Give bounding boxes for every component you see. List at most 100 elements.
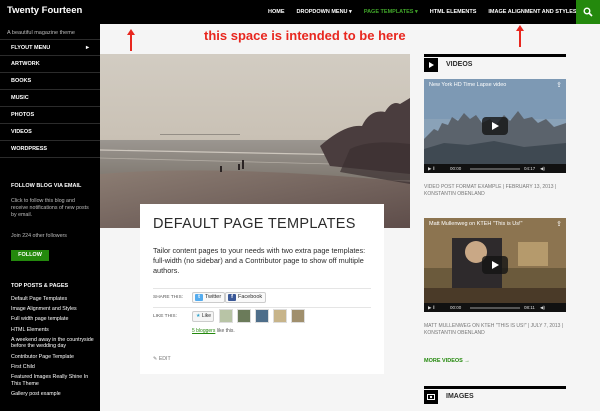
sidebar-item-label: VIDEOS	[11, 129, 32, 135]
sidebar-item-flyout-menu[interactable]: FLYOUT MENU ▸	[0, 39, 100, 56]
follow-widget-title: FOLLOW BLOG VIA EMAIL	[11, 183, 82, 189]
video-seek-bar[interactable]	[470, 167, 520, 170]
sidebar-item-artwork[interactable]: ARTWORK	[0, 56, 100, 73]
play-small-icon[interactable]: ▶ ‖	[428, 164, 435, 173]
featured-image	[100, 54, 410, 228]
share-icon[interactable]: ⇪	[556, 81, 562, 89]
top-post-link[interactable]: Default Page Templates	[11, 296, 99, 303]
video-duration: 08:11	[524, 305, 535, 310]
sidebar-item-label: PHOTOS	[11, 112, 35, 118]
top-post-link[interactable]: Featured Images Really Shine In This The…	[11, 374, 99, 387]
search-icon	[583, 7, 593, 17]
sidebar-item-label: ARTWORK	[11, 61, 40, 67]
primary-navigation: HOME DROPDOWN MENU ▾ PAGE TEMPLATES ▾ HT…	[262, 0, 583, 24]
sidebar-item-videos[interactable]: VIDEOS	[0, 124, 100, 141]
video-title: New York HD Time Lapse video	[429, 82, 507, 88]
liker-avatar[interactable]	[219, 309, 233, 323]
top-post-link[interactable]: First Child	[11, 364, 99, 371]
top-post-link[interactable]: Full width page template	[11, 316, 99, 323]
video-current-time: 00:00	[450, 166, 462, 171]
video-format-icon	[424, 57, 438, 72]
like-button-label: Like	[201, 313, 212, 319]
videos-widget-header: VIDEOS	[424, 54, 566, 72]
top-posts-title: TOP POSTS & PAGES	[11, 283, 69, 289]
share-label: SHARE THIS:	[153, 295, 184, 300]
bloggers-link[interactable]: 5 bloggers	[192, 328, 215, 334]
twitter-share-label: Twitter	[205, 294, 222, 300]
page-intro-text: Tailor content pages to your needs with …	[153, 246, 366, 275]
left-sidebar: A beautiful magazine theme FLYOUT MENU ▸…	[0, 24, 100, 411]
volume-icon[interactable]: ◀)	[540, 164, 545, 173]
likes-summary: 5 bloggers like this.	[192, 328, 235, 334]
play-icon[interactable]	[482, 117, 508, 135]
site-header: Twenty Fourteen HOME DROPDOWN MENU ▾ PAG…	[0, 0, 600, 24]
follow-button[interactable]: FOLLOW	[11, 250, 49, 261]
twitter-icon: t	[195, 294, 203, 301]
edit-link[interactable]: ✎ EDIT	[153, 356, 171, 362]
page-title: DEFAULT PAGE TEMPLATES	[153, 216, 356, 232]
sidebar-item-label: WORDPRESS	[11, 146, 48, 152]
share-section: SHARE THIS: t Twitter f Facebook	[153, 288, 371, 306]
top-post-link[interactable]: HTML Elements	[11, 327, 99, 334]
edit-label: EDIT	[158, 356, 171, 362]
like-button[interactable]: ★ Like	[192, 311, 214, 322]
play-icon[interactable]	[482, 256, 508, 274]
twitter-share-button[interactable]: t Twitter	[192, 292, 226, 303]
nav-html-elements[interactable]: HTML ELEMENTS	[424, 0, 483, 24]
facebook-icon: f	[228, 294, 236, 301]
facebook-share-label: Facebook	[238, 294, 263, 300]
video-title: Matt Mullenweg on KTEH "This is Us!"	[429, 221, 523, 227]
nav-home[interactable]: HOME	[262, 0, 291, 24]
facebook-share-button[interactable]: f Facebook	[225, 292, 267, 303]
sidebar-item-photos[interactable]: PHOTOS	[0, 107, 100, 124]
play-small-icon[interactable]: ▶ ‖	[428, 303, 435, 312]
star-icon: ★	[196, 313, 201, 319]
share-icon[interactable]: ⇪	[556, 220, 562, 228]
video-caption[interactable]: MATT MULLENWEG ON KTEH "THIS IS US!" | J…	[424, 323, 566, 337]
liker-avatar[interactable]	[291, 309, 305, 323]
video-duration: 04:17	[524, 166, 536, 171]
site-title[interactable]: Twenty Fourteen	[7, 5, 82, 16]
top-post-link[interactable]: Image Alignment and Styles	[11, 306, 99, 313]
nav-page-templates[interactable]: PAGE TEMPLATES ▾	[358, 0, 424, 24]
top-post-link[interactable]: A weekend away in the countryside before…	[11, 337, 99, 350]
search-button[interactable]	[576, 0, 600, 24]
video-player[interactable]: New York HD Time Lapse video ⇪ ▶ ‖ 00:00…	[424, 79, 566, 173]
likes-suffix: like this.	[216, 328, 235, 334]
sidebar-item-music[interactable]: MUSIC	[0, 90, 100, 107]
nav-dropdown-menu[interactable]: DROPDOWN MENU ▾	[291, 0, 358, 24]
site-description: A beautiful magazine theme	[7, 30, 75, 36]
video-player[interactable]: Matt Mullenweg on KTEH "This is Us!" ⇪ ▶…	[424, 218, 566, 312]
page-content: DEFAULT PAGE TEMPLATES Tailor content pa…	[140, 204, 384, 374]
top-posts-list: Default Page Templates Image Alignment a…	[11, 296, 99, 401]
sidebar-item-books[interactable]: BOOKS	[0, 73, 100, 90]
sidebar-menu: FLYOUT MENU ▸ ARTWORK BOOKS MUSIC PHOTOS…	[0, 39, 100, 158]
video-caption[interactable]: VIDEO POST FORMAT EXAMPLE | FEBRUARY 13,…	[424, 184, 566, 198]
annotation-arrow-left	[127, 29, 135, 51]
video-current-time: 00:00	[450, 305, 462, 310]
video-controls: ▶ ‖ 00:00 04:17 ◀)	[424, 164, 566, 173]
video-seek-bar[interactable]	[470, 306, 520, 309]
volume-icon[interactable]: ◀)	[540, 303, 545, 312]
videos-widget-title[interactable]: VIDEOS	[446, 61, 472, 68]
liker-avatar[interactable]	[237, 309, 251, 323]
liker-avatar[interactable]	[273, 309, 287, 323]
annotation-text: this space is intended to be here	[204, 28, 406, 43]
follower-count: Join 224 other followers	[11, 233, 67, 239]
nav-image-alignment[interactable]: IMAGE ALIGNMENT AND STYLES	[482, 0, 582, 24]
sidebar-item-label: MUSIC	[11, 95, 29, 101]
sidebar-item-label: BOOKS	[11, 78, 32, 84]
video-controls: ▶ ‖ 00:00 08:11 ◀)	[424, 303, 566, 312]
image-format-icon	[424, 389, 438, 404]
images-widget-header: IMAGES	[424, 386, 566, 404]
liker-avatar[interactable]	[255, 309, 269, 323]
likes-section: LIKE THIS: ★ Like 5 bloggers like this.	[153, 307, 371, 345]
follow-widget-text: Click to follow this blog and receive no…	[11, 198, 89, 219]
annotation-arrow-right	[516, 25, 524, 47]
top-post-link[interactable]: Contributor Page Template	[11, 354, 99, 361]
pencil-icon: ✎	[153, 356, 158, 362]
more-videos-link[interactable]: MORE VIDEOS →	[424, 358, 470, 364]
images-widget-title[interactable]: IMAGES	[446, 393, 474, 400]
sidebar-item-wordpress[interactable]: WORDPRESS	[0, 141, 100, 158]
top-post-link[interactable]: Gallery post example	[11, 391, 99, 398]
